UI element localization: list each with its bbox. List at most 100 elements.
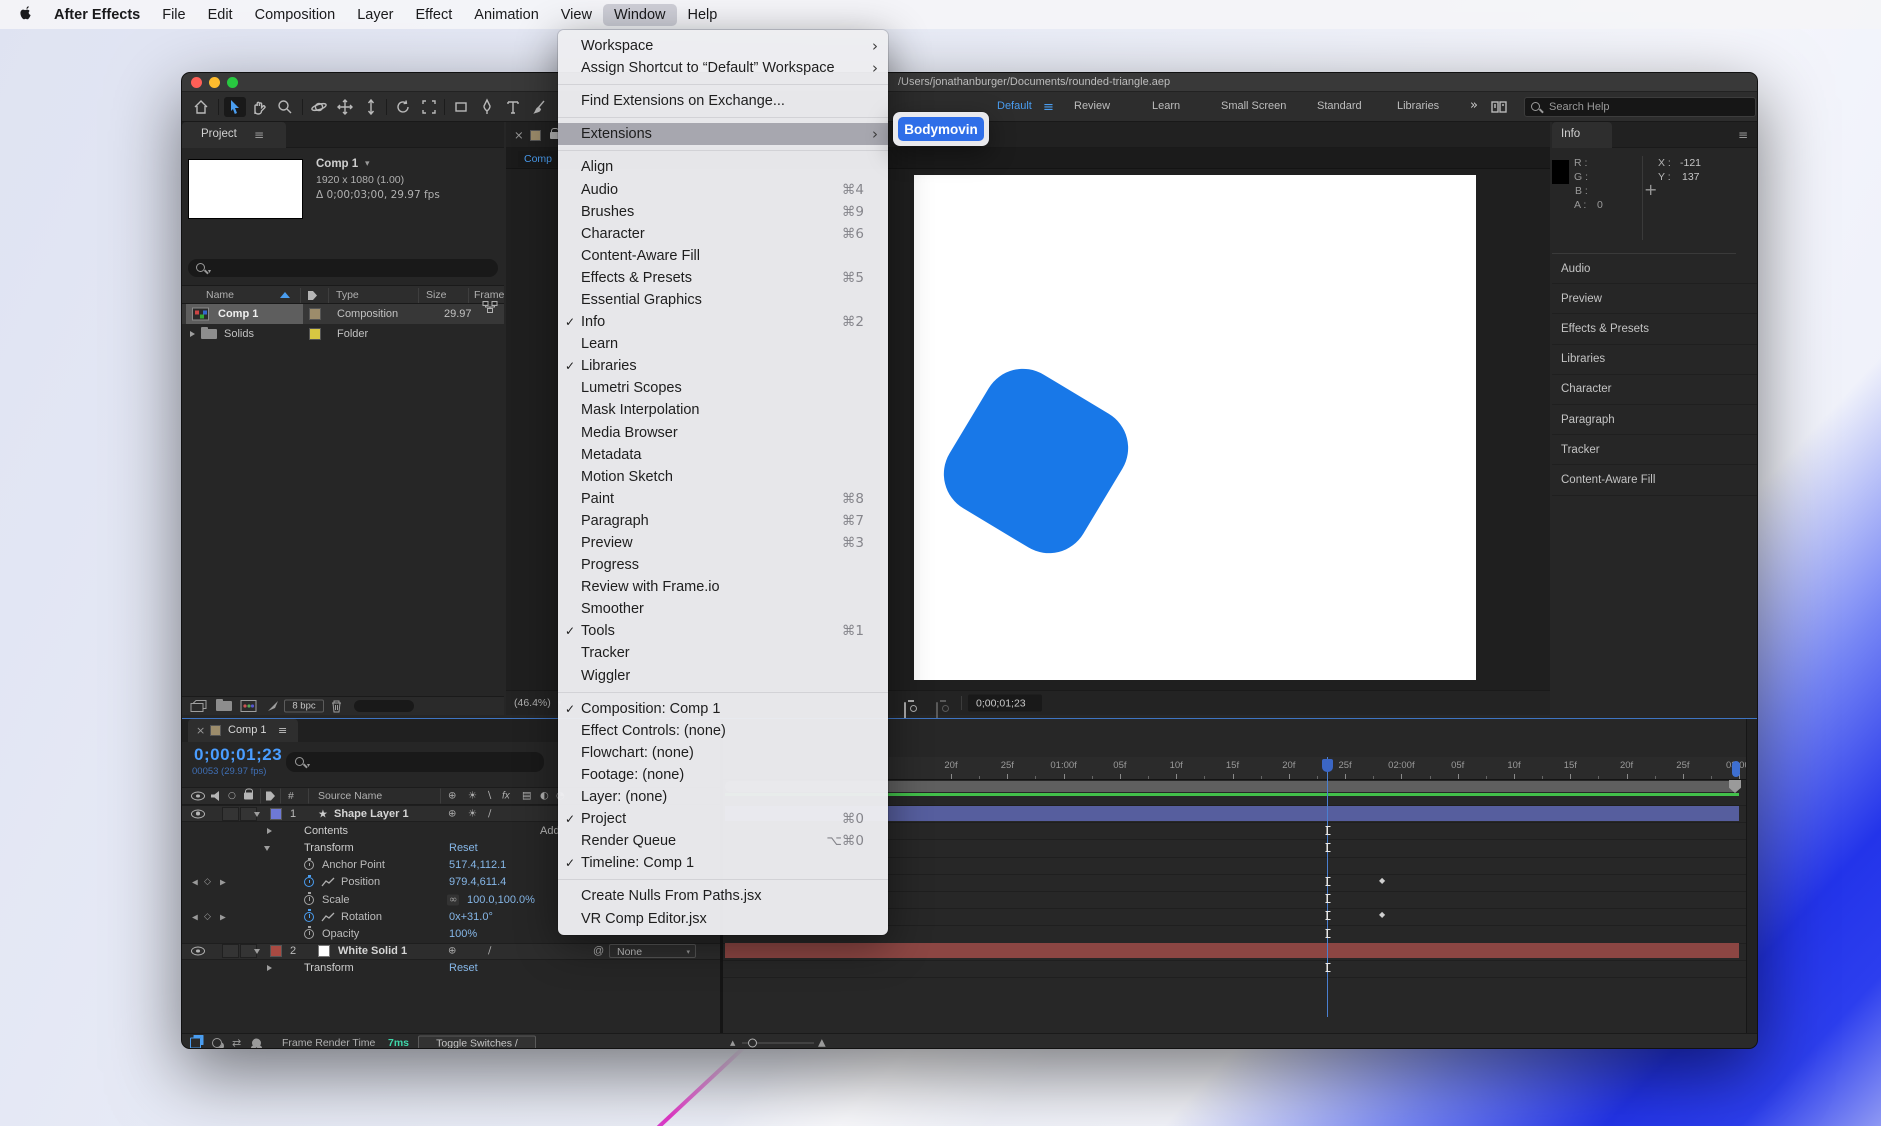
search-help-input[interactable]: Search Help <box>1524 97 1756 117</box>
label-column-tag-icon[interactable] <box>266 792 275 801</box>
close-tab-icon[interactable]: × <box>196 724 205 737</box>
quality-icon[interactable]: ∕ <box>488 808 491 819</box>
quality-column-icon[interactable]: ∖ <box>486 791 492 802</box>
menu-item-metadata[interactable]: Metadata <box>558 444 888 466</box>
menu-item-libraries[interactable]: ✓Libraries <box>558 355 888 377</box>
label-color-swatch[interactable] <box>309 328 321 340</box>
menu-item-review-with-frame-io[interactable]: Review with Frame.io <box>558 576 888 598</box>
hand-tool-icon[interactable] <box>248 97 270 117</box>
brush-tool-icon[interactable] <box>528 97 550 117</box>
bit-depth-button[interactable]: 8 bpc <box>284 700 324 713</box>
menu-item-effects-presets[interactable]: Effects & Presets⌘5 <box>558 267 888 289</box>
keyframe-icon[interactable]: ◆ <box>1379 876 1385 885</box>
menu-item-timeline-comp-1[interactable]: ✓Timeline: Comp 1 <box>558 852 888 874</box>
menu-item-character[interactable]: Character⌘6 <box>558 223 888 245</box>
menu-item-motion-sketch[interactable]: Motion Sketch <box>558 466 888 488</box>
property-label[interactable]: Anchor Point <box>322 859 385 871</box>
close-tab-icon[interactable]: × <box>514 128 524 142</box>
menu-item-progress[interactable]: Progress <box>558 554 888 576</box>
quality-icon[interactable]: ∕ <box>488 946 491 957</box>
menu-item-paragraph[interactable]: Paragraph⌘7 <box>558 510 888 532</box>
menu-item-composition-comp-1[interactable]: ✓Composition: Comp 1 <box>558 698 888 720</box>
collapsed-panel-libraries[interactable]: Libraries <box>1552 345 1758 375</box>
collapsed-panel-tracker[interactable]: Tracker <box>1552 435 1758 465</box>
property-value[interactable]: 517.4,112.1 <box>449 859 506 871</box>
menu-item-learn[interactable]: Learn <box>558 333 888 355</box>
parent-dropdown[interactable]: None ▾ <box>609 944 696 958</box>
menu-item-render-queue[interactable]: Render Queue⌥⌘0 <box>558 830 888 852</box>
zoom-slider-handle[interactable] <box>748 1038 757 1047</box>
add-shape-attribute[interactable]: Add <box>540 825 560 837</box>
menu-item-wiggler[interactable]: Wiggler <box>558 665 888 687</box>
menu-item-tracker[interactable]: Tracker <box>558 642 888 664</box>
project-scroll-pill[interactable] <box>354 700 414 712</box>
playhead-marker[interactable] <box>1322 759 1333 772</box>
property-value[interactable]: 979.4,611.4 <box>449 876 506 888</box>
collapsed-panel-effects-presets[interactable]: Effects & Presets <box>1552 314 1758 344</box>
project-flowchart-icon[interactable] <box>190 700 208 713</box>
video-column-eye-icon[interactable] <box>191 792 205 801</box>
interpret-footage-icon[interactable] <box>266 699 280 713</box>
motion-blur-column-icon[interactable]: ◐ <box>540 791 549 802</box>
workspace-default[interactable]: Default <box>997 100 1032 112</box>
group-label[interactable]: Transform <box>304 842 354 854</box>
menubar-item-after-effects[interactable]: After Effects <box>43 4 151 26</box>
apple-logo-icon[interactable] <box>20 5 33 24</box>
layer-name[interactable]: White Solid 1 <box>338 945 407 957</box>
layer-number-column[interactable]: # <box>288 790 294 802</box>
source-name-column[interactable]: Source Name <box>318 790 382 802</box>
menu-item-mask-interpolation[interactable]: Mask Interpolation <box>558 399 888 421</box>
twirl-open-icon[interactable] <box>254 947 262 955</box>
flowchart-icon[interactable] <box>482 301 498 314</box>
group-row-transform-solid[interactable]: Transform Reset <box>182 960 720 977</box>
parent-pickwhip-icon[interactable]: ⊕ <box>448 808 456 819</box>
layer-color-swatch[interactable] <box>270 808 282 820</box>
menu-item-tools[interactable]: ✓Tools⌘1 <box>558 620 888 642</box>
zoom-tool-icon[interactable] <box>274 97 296 117</box>
solid-layer-duration-bar[interactable] <box>725 943 1739 958</box>
panel-menu-icon[interactable]: ≡ <box>254 128 264 142</box>
menu-item-find-extensions-on-exchange[interactable]: Find Extensions on Exchange... <box>558 90 888 112</box>
workspace-small-screen[interactable]: Small Screen <box>1221 100 1286 112</box>
pan-camera-tool-icon[interactable] <box>334 97 356 117</box>
frame-blend-column-icon[interactable]: ▤ <box>522 791 531 802</box>
shy-column-icon[interactable]: ⊕ <box>448 791 456 802</box>
workspace-learn[interactable]: Learn <box>1152 100 1180 112</box>
menu-item-create-nulls-from-paths-jsx[interactable]: Create Nulls From Paths.jsx <box>558 885 888 907</box>
column-size[interactable]: Size <box>426 289 446 301</box>
stopwatch-active-icon[interactable] <box>304 912 314 922</box>
label-column-tag-icon[interactable] <box>308 291 317 300</box>
orbit-camera-tool-icon[interactable] <box>308 97 330 117</box>
magnification-dropdown[interactable]: (46.4%) <box>514 697 551 709</box>
comp-end-marker[interactable] <box>1732 761 1740 777</box>
shy-layers-icon[interactable] <box>252 1038 261 1047</box>
expand-folder-icon[interactable] <box>189 330 197 338</box>
menubar-item-animation[interactable]: Animation <box>463 4 549 26</box>
frame-blending-icon[interactable] <box>190 1037 201 1048</box>
panel-menu-icon[interactable]: ≡ <box>278 724 287 737</box>
stopwatch-icon[interactable] <box>304 895 314 905</box>
workspace-menu-icon[interactable]: ≡ <box>1043 100 1054 115</box>
layer-row-white-solid-1[interactable]: 2 White Solid 1 ⊕ ∕ @ None ▾ <box>182 943 720 960</box>
window-title-bar[interactable]: /Users/jonathanburger/Documents/rounded-… <box>182 73 1757 92</box>
close-window-button[interactable] <box>191 77 202 88</box>
menu-item-audio[interactable]: Audio⌘4 <box>558 178 888 200</box>
menu-item-paint[interactable]: Paint⌘8 <box>558 488 888 510</box>
layer-name[interactable]: Shape Layer 1 <box>334 808 409 820</box>
menu-item-effect-controls-none[interactable]: Effect Controls: (none) <box>558 720 888 742</box>
twirl-open-icon[interactable] <box>254 810 262 818</box>
collapsed-panel-character[interactable]: Character <box>1552 375 1758 405</box>
constrain-link-icon[interactable]: ∞ <box>447 894 459 905</box>
previous-keyframe-icon[interactable]: ◀ <box>192 878 198 887</box>
workspace-standard[interactable]: Standard <box>1317 100 1362 112</box>
collapsed-panel-preview[interactable]: Preview <box>1552 284 1758 314</box>
menu-item-extensions[interactable]: Extensions› <box>558 123 888 145</box>
menu-item-flowchart-none[interactable]: Flowchart: (none) <box>558 742 888 764</box>
project-search-input[interactable]: ▾ <box>188 259 498 277</box>
current-timecode[interactable]: 0;00;01;23 <box>194 745 282 765</box>
menu-item-smoother[interactable]: Smoother <box>558 598 888 620</box>
menubar-item-window[interactable]: Window <box>603 4 677 26</box>
menubar-item-help[interactable]: Help <box>677 4 729 26</box>
menu-item-project[interactable]: ✓Project⌘0 <box>558 808 888 830</box>
menu-item-media-browser[interactable]: Media Browser <box>558 422 888 444</box>
